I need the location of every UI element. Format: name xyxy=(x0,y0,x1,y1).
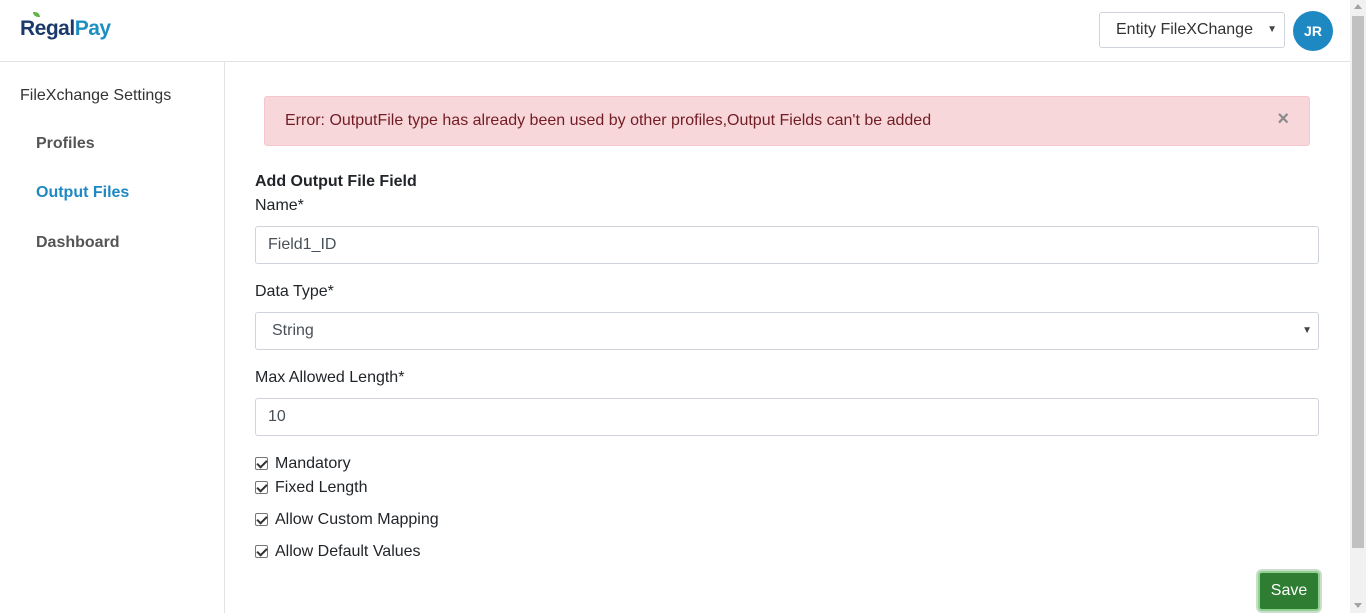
caret-down-icon: ▼ xyxy=(1267,24,1277,35)
allow-custom-mapping-label: Allow Custom Mapping xyxy=(275,511,439,528)
max-length-input[interactable]: 10 xyxy=(255,398,1319,436)
sidebar-item-dashboard[interactable]: Dashboard xyxy=(36,234,120,252)
error-alert-message: Error: OutputFile type has already been … xyxy=(285,112,932,129)
checkbox-checked-icon[interactable] xyxy=(255,513,268,526)
sidebar: FileXchange Settings Profiles Output Fil… xyxy=(0,62,225,613)
close-icon[interactable]: × xyxy=(1277,109,1289,129)
name-input[interactable]: Field1_ID xyxy=(255,226,1319,264)
logo-part-regal: Regal xyxy=(20,17,75,40)
max-length-label: Max Allowed Length* xyxy=(255,369,405,386)
checkbox-checked-icon[interactable] xyxy=(255,457,268,470)
scroll-up-icon[interactable] xyxy=(1354,4,1362,9)
top-header: RegalPay Entity FileXChange ▼ JR xyxy=(0,0,1350,62)
error-alert: Error: OutputFile type has already been … xyxy=(264,96,1310,146)
name-label: Name* xyxy=(255,197,304,214)
user-avatar[interactable]: JR xyxy=(1293,11,1333,51)
data-type-label: Data Type* xyxy=(255,283,334,300)
max-length-value: 10 xyxy=(268,408,286,425)
checkbox-checked-icon[interactable] xyxy=(255,545,268,558)
sidebar-item-output-files[interactable]: Output Files xyxy=(36,184,129,202)
checkbox-checked-icon[interactable] xyxy=(255,481,268,494)
logo-part-pay: Pay xyxy=(74,17,111,40)
sidebar-item-profiles[interactable]: Profiles xyxy=(36,135,95,153)
sidebar-heading: FileXchange Settings xyxy=(20,87,172,104)
data-type-value: String xyxy=(272,322,314,339)
allow-default-values-label: Allow Default Values xyxy=(275,543,421,560)
save-button[interactable]: Save xyxy=(1258,571,1320,611)
data-type-select[interactable]: String ▼ xyxy=(255,312,1319,350)
entity-select[interactable]: Entity FileXChange ▼ xyxy=(1099,12,1285,48)
page-scrollbar[interactable] xyxy=(1350,0,1366,613)
name-input-value: Field1_ID xyxy=(268,236,337,253)
mandatory-label: Mandatory xyxy=(275,455,351,472)
caret-down-icon: ▼ xyxy=(1302,325,1312,336)
form-title: Add Output File Field xyxy=(255,173,417,190)
regalpay-logo[interactable]: RegalPay xyxy=(20,12,111,41)
scrollbar-thumb[interactable] xyxy=(1352,16,1364,548)
entity-select-value: Entity FileXChange xyxy=(1116,21,1253,38)
scroll-down-icon[interactable] xyxy=(1354,603,1362,608)
fixed-length-label: Fixed Length xyxy=(275,479,368,496)
